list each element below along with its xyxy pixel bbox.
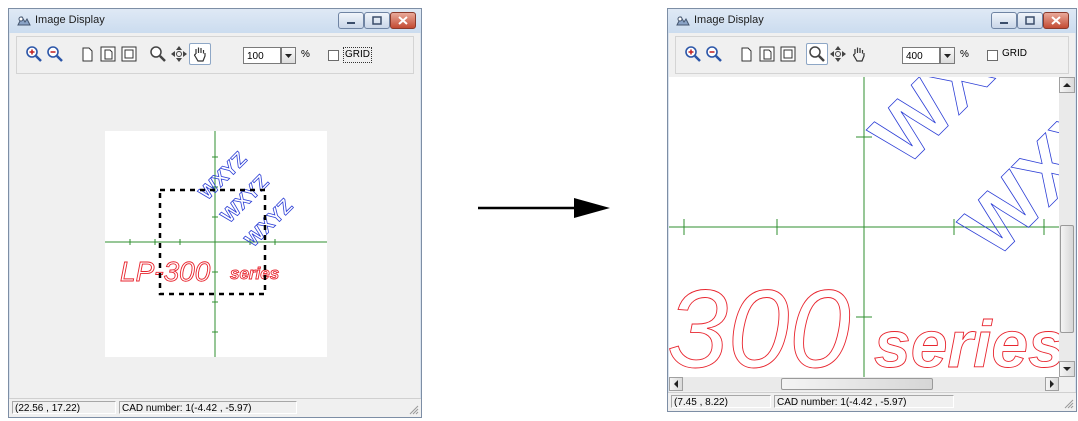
cad-number-info: CAD number: 1(-4.42 , -5.97) [774,395,954,408]
image-display-app-icon [17,15,31,26]
pan-move-button[interactable] [827,43,849,65]
grid-checkbox[interactable] [328,50,339,61]
scroll-up-button[interactable] [1059,77,1075,93]
maximize-icon [1025,16,1035,25]
pan-move-icon [171,46,187,62]
right-image-viewport[interactable]: WXYZ WXYZ 300 series [669,77,1059,377]
fit-page-button[interactable] [756,43,778,65]
zoom-in-icon [685,46,701,62]
fit-page-icon [759,46,775,62]
page-button[interactable] [76,43,98,65]
grid-label[interactable]: GRID [1002,47,1027,61]
window-title: Image Display [694,14,764,26]
zoom-percent-label: % [960,49,969,60]
zoom-in-button[interactable] [23,43,45,65]
chevron-down-icon [285,54,292,58]
close-icon [398,16,408,25]
minimize-button[interactable] [338,12,364,29]
left-status-bar: (22.56 , 17.22) CAD number: 1(-4.42 , -5… [9,398,421,417]
fit-page-icon [100,46,116,62]
lp-300-text: 300 [669,268,851,377]
resize-grip-icon[interactable] [1064,399,1074,409]
left-image-display-window: Image Display 100 % GRID WXYZ WXYZ WXYZ … [8,8,422,418]
cad-image-area [105,131,327,357]
scroll-left-button[interactable] [669,377,683,391]
grid-checkbox[interactable] [987,50,998,61]
horizontal-scroll-thumb[interactable] [781,378,933,390]
fit-window-icon [780,46,796,62]
right-arrow [478,198,610,218]
zoom-level-dropdown[interactable] [281,47,296,64]
resize-grip-icon[interactable] [409,405,419,415]
close-button[interactable] [390,12,416,29]
zoom-percent-label: % [301,49,310,60]
rotated-text-group: WXYZ WXYZ [854,77,1059,273]
right-status-bar: (7.45 , 8.22) CAD number: 1(-4.42 , -5.9… [668,392,1076,411]
cad-number-info: CAD number: 1(-4.42 , -5.97) [119,401,297,414]
chevron-down-icon [944,54,951,58]
vertical-scroll-thumb[interactable] [1060,225,1074,333]
zoom-out-button[interactable] [44,43,66,65]
minimize-button[interactable] [991,12,1017,29]
lp-300-text: LP-300 [120,256,211,287]
pan-move-button[interactable] [168,43,190,65]
grid-label[interactable]: GRID [343,47,372,63]
zoom-level-input[interactable]: 100 [243,47,281,64]
minimize-icon [1000,22,1008,24]
close-button[interactable] [1043,12,1069,29]
image-display-app-icon [676,15,690,26]
left-toolbar: 100 % GRID [16,36,414,74]
zoom-select-button[interactable] [806,43,828,65]
maximize-button[interactable] [1017,12,1043,29]
hand-grab-icon [193,47,206,62]
fit-window-button[interactable] [777,43,799,65]
page-icon [741,47,752,62]
zoom-select-icon [150,46,166,62]
left-title-bar[interactable]: Image Display [9,9,421,33]
scroll-right-button[interactable] [1045,377,1059,391]
horizontal-scrollbar[interactable] [669,377,1059,391]
right-toolbar: 400 % GRID [675,36,1069,74]
window-title: Image Display [35,14,105,26]
zoom-level-input[interactable]: 400 [902,47,940,64]
series-text: series [874,307,1059,377]
fit-window-button[interactable] [118,43,140,65]
zoom-out-icon [47,46,63,62]
right-title-bar[interactable]: Image Display [668,9,1076,33]
page-icon [82,47,93,62]
page-button[interactable] [735,43,757,65]
right-cad-canvas: WXYZ WXYZ 300 series [669,77,1059,377]
hand-grab-button[interactable] [189,43,211,65]
arrow-down-icon [1063,367,1071,371]
left-image-viewport[interactable]: WXYZ WXYZ WXYZ LP-300 series [10,77,420,397]
arrow-left-icon [674,380,678,388]
fit-window-icon [121,46,137,62]
right-image-display-window: Image Display 400 % GRID WXYZ 300 series… [667,8,1077,412]
zoom-select-button[interactable] [147,43,169,65]
zoom-in-icon [26,46,42,62]
vertical-scrollbar[interactable] [1059,77,1075,377]
series-text: series [230,264,279,283]
arrow-right-icon [1050,380,1054,388]
left-cad-canvas: WXYZ WXYZ WXYZ LP-300 series [105,131,327,357]
scroll-down-button[interactable] [1059,361,1075,377]
cursor-coordinates: (7.45 , 8.22) [671,395,771,408]
zoom-level-dropdown[interactable] [940,47,955,64]
maximize-button[interactable] [364,12,390,29]
pan-move-icon [830,46,846,62]
zoom-out-icon [706,46,722,62]
maximize-icon [372,16,382,25]
hand-grab-icon [852,47,865,62]
cursor-coordinates: (22.56 , 17.22) [12,401,116,414]
close-icon [1051,16,1061,25]
arrow-up-icon [1063,83,1071,87]
zoom-select-icon [809,46,825,62]
zoom-out-button[interactable] [703,43,725,65]
minimize-icon [347,22,355,24]
hand-grab-button[interactable] [848,43,870,65]
fit-page-button[interactable] [97,43,119,65]
zoom-in-button[interactable] [682,43,704,65]
